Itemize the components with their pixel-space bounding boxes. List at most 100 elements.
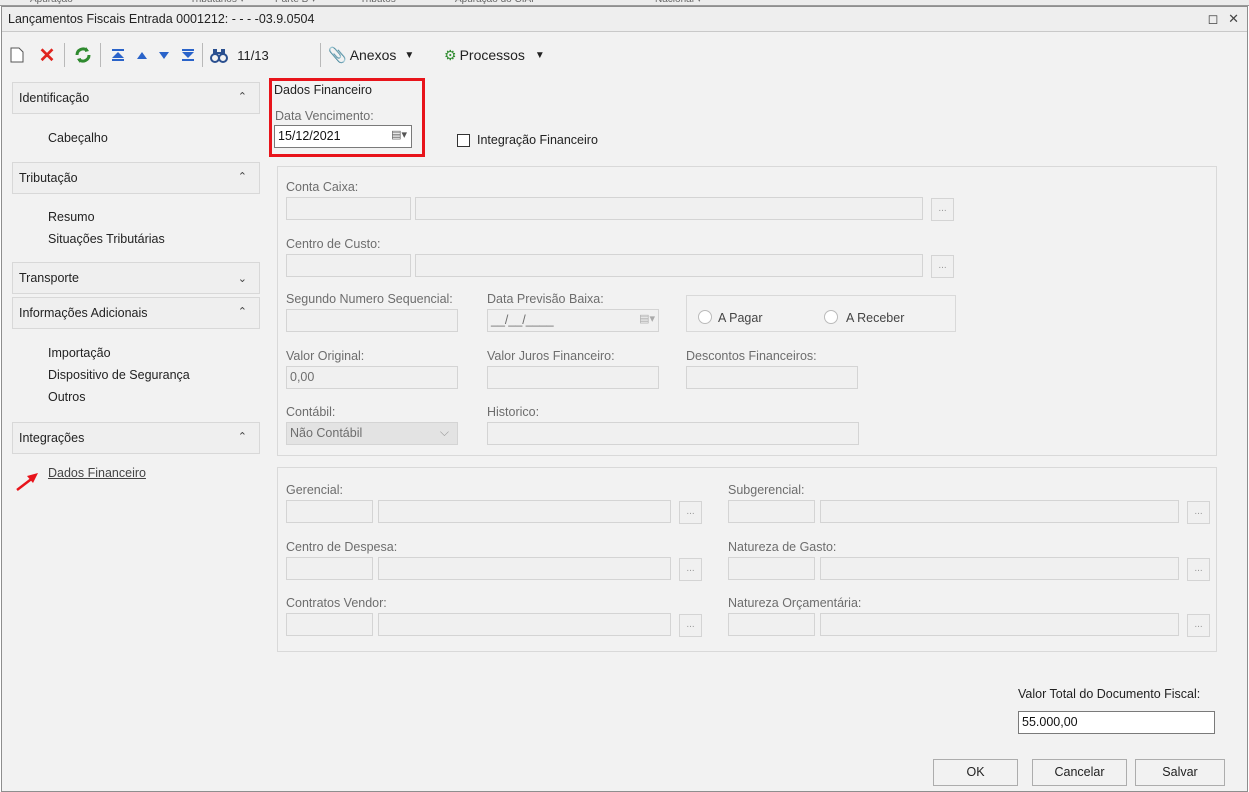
sidebar-item-dados-financeiro[interactable]: Dados Financeiro <box>48 466 146 480</box>
chevron-up-icon: ⌃ <box>237 91 247 103</box>
a-receber-label: A Receber <box>846 311 905 325</box>
chevron-down-icon: ⌄ <box>237 273 247 285</box>
contabil-value: Não Contábil <box>290 426 363 440</box>
chevron-up-icon: ⌃ <box>237 431 247 443</box>
integracao-financeiro-checkbox[interactable] <box>457 134 470 147</box>
close-icon[interactable]: ✕ <box>1228 11 1239 26</box>
valor-juros-label: Valor Juros Financeiro: <box>487 349 615 363</box>
cancel-button[interactable]: Cancelar <box>1032 759 1127 786</box>
highlight-box <box>269 78 425 157</box>
conta-caixa-label: Conta Caixa: <box>286 180 359 194</box>
centro-despesa-lookup-button[interactable]: ... <box>679 558 702 581</box>
section-identificacao[interactable]: Identificação ⌃ <box>12 82 260 114</box>
centro-custo-label: Centro de Custo: <box>286 237 381 251</box>
chevron-up-icon: ⌃ <box>237 171 247 183</box>
calendar-dropdown-icon[interactable]: ▤▾ <box>639 312 655 325</box>
sidebar-item-outros[interactable]: Outros <box>48 390 86 404</box>
anexos-button[interactable]: 📎 Anexos ▼ <box>328 44 434 66</box>
integracao-financeiro-label: Integração Financeiro <box>477 133 598 147</box>
valor-total-label: Valor Total do Documento Fiscal: <box>1018 687 1201 701</box>
sidebar-item-resumo[interactable]: Resumo <box>48 210 95 224</box>
contratos-vendor-code-field[interactable] <box>286 613 373 636</box>
refresh-icon[interactable] <box>72 44 94 66</box>
processos-button[interactable]: ⚙ Processos ▼ <box>444 44 568 66</box>
natureza-orcamentaria-desc-field[interactable] <box>820 613 1179 636</box>
gears-icon: ⚙ <box>444 46 457 63</box>
sidebar-item-situacoes-tributarias[interactable]: Situações Tributárias <box>48 232 165 246</box>
section-label: Integrações <box>19 431 85 445</box>
valor-original-value: 0,00 <box>290 370 315 384</box>
chevron-down-icon: ⌵ <box>439 425 449 439</box>
contratos-vendor-label: Contratos Vendor: <box>286 596 387 610</box>
valor-total-value: 55.000,00 <box>1022 715 1078 729</box>
subgerencial-desc-field[interactable] <box>820 500 1179 523</box>
natureza-orcamentaria-lookup-button[interactable]: ... <box>1187 614 1210 637</box>
gerencial-desc-field[interactable] <box>378 500 671 523</box>
section-tributacao[interactable]: Tributação ⌃ <box>12 162 260 194</box>
subgerencial-lookup-button[interactable]: ... <box>1187 501 1210 524</box>
save-button[interactable]: Salvar <box>1135 759 1225 786</box>
title-bar: Lançamentos Fiscais Entrada 0001212: - -… <box>2 7 1247 32</box>
red-arrow-annotation <box>16 473 38 491</box>
sidebar-item-importacao[interactable]: Importação <box>48 346 111 360</box>
valor-original-label: Valor Original: <box>286 349 365 363</box>
main-panel: Dados Financeiro Data Vencimento: 15/12/… <box>266 77 1246 789</box>
conta-caixa-lookup-button[interactable]: ... <box>931 198 954 221</box>
valor-total-field[interactable]: 55.000,00 <box>1018 711 1215 734</box>
gerencial-code-field[interactable] <box>286 500 373 523</box>
section-transporte[interactable]: Transporte ⌄ <box>12 262 260 294</box>
historico-field[interactable] <box>487 422 859 445</box>
centro-custo-desc-field[interactable] <box>415 254 923 277</box>
natureza-gasto-label: Natureza de Gasto: <box>728 540 837 554</box>
a-receber-radio[interactable] <box>824 310 838 324</box>
valor-juros-field[interactable] <box>487 366 659 389</box>
sidebar-item-cabecalho[interactable]: Cabeçalho <box>48 131 108 145</box>
natureza-gasto-desc-field[interactable] <box>820 557 1179 580</box>
contabil-select[interactable]: Não Contábil ⌵ <box>286 422 458 445</box>
ok-button[interactable]: OK <box>933 759 1018 786</box>
natureza-gasto-code-field[interactable] <box>728 557 815 580</box>
centro-custo-code-field[interactable] <box>286 254 411 277</box>
section-label: Tributação <box>19 171 78 185</box>
toolbar: ✕ 11/13 📎 Anexos ▼ ⚙ Processos ▼ <box>2 33 1247 77</box>
centro-despesa-desc-field[interactable] <box>378 557 671 580</box>
section-informacoes-adicionais[interactable]: Informações Adicionais ⌃ <box>12 297 260 329</box>
record-counter: 11/13 <box>237 47 269 63</box>
last-record-icon[interactable] <box>178 44 198 66</box>
section-integracoes[interactable]: Integrações ⌃ <box>12 422 260 454</box>
previous-record-icon[interactable] <box>132 44 152 66</box>
valor-original-field[interactable]: 0,00 <box>286 366 458 389</box>
segundo-numero-field[interactable] <box>286 309 458 332</box>
delete-icon[interactable]: ✕ <box>36 44 58 67</box>
chevron-up-icon: ⌃ <box>237 306 247 318</box>
processos-label: Processos <box>459 47 525 63</box>
window-title: Lançamentos Fiscais Entrada 0001212: - -… <box>8 12 315 26</box>
centro-despesa-code-field[interactable] <box>286 557 373 580</box>
gerencial-label: Gerencial: <box>286 483 343 497</box>
subgerencial-label: Subgerencial: <box>728 483 805 497</box>
restore-icon[interactable]: ◻ <box>1208 11 1219 26</box>
historico-label: Historico: <box>487 405 540 419</box>
sidebar-item-dispositivo-seguranca[interactable]: Dispositivo de Segurança <box>48 368 190 382</box>
a-pagar-radio[interactable] <box>698 310 712 324</box>
contratos-vendor-lookup-button[interactable]: ... <box>679 614 702 637</box>
section-label: Transporte <box>19 271 79 285</box>
natureza-orcamentaria-code-field[interactable] <box>728 613 815 636</box>
anexos-label: Anexos <box>349 47 397 63</box>
first-record-icon[interactable] <box>108 44 128 66</box>
centro-custo-lookup-button[interactable]: ... <box>931 255 954 278</box>
subgerencial-code-field[interactable] <box>728 500 815 523</box>
data-previsao-field[interactable]: __/__/____ ▤▾ <box>487 309 659 332</box>
descontos-label: Descontos Financeiros: <box>686 349 817 363</box>
data-previsao-value: __/__/____ <box>491 313 554 327</box>
conta-caixa-code-field[interactable] <box>286 197 411 220</box>
gerencial-lookup-button[interactable]: ... <box>679 501 702 524</box>
conta-caixa-desc-field[interactable] <box>415 197 923 220</box>
contratos-vendor-desc-field[interactable] <box>378 613 671 636</box>
binoculars-search-icon[interactable] <box>208 44 230 66</box>
next-record-icon[interactable] <box>154 44 174 66</box>
descontos-field[interactable] <box>686 366 858 389</box>
new-document-icon[interactable] <box>8 44 26 66</box>
natureza-gasto-lookup-button[interactable]: ... <box>1187 558 1210 581</box>
dialog-window: Lançamentos Fiscais Entrada 0001212: - -… <box>1 6 1248 792</box>
